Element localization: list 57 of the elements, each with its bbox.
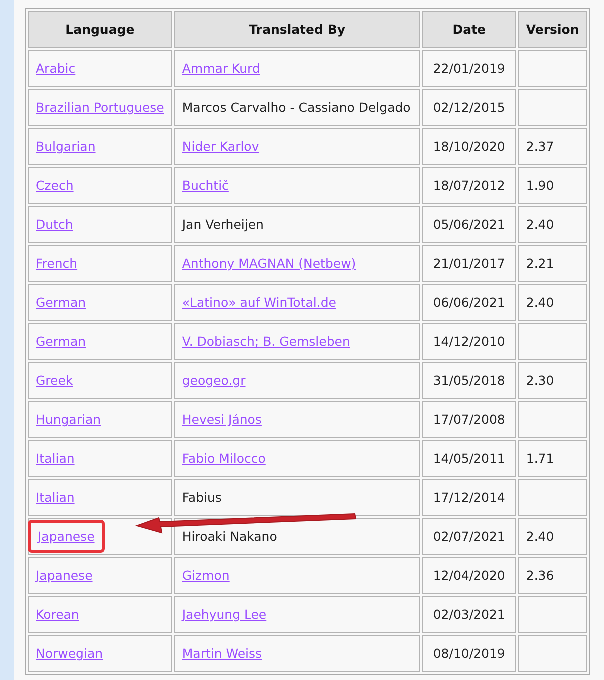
date-cell: 18/07/2012 — [422, 167, 516, 204]
translator-link[interactable]: Ammar Kurd — [182, 61, 260, 76]
date-cell: 14/12/2010 — [422, 323, 516, 360]
version-cell: 2.21 — [518, 245, 588, 282]
translator-link[interactable]: Gizmon — [182, 568, 230, 583]
language-link[interactable]: Czech — [36, 178, 74, 193]
version-cell: 1.71 — [518, 440, 588, 477]
date-cell: 14/05/2011 — [422, 440, 516, 477]
version-cell: 2.37 — [518, 128, 588, 165]
translator-link[interactable]: Nider Karlov — [182, 139, 260, 154]
date-cell: 02/12/2015 — [422, 89, 516, 126]
column-header: Language — [28, 11, 172, 48]
translator-link[interactable]: Fabio Milocco — [182, 451, 266, 466]
translator-link[interactable]: Hevesi János — [182, 412, 262, 427]
date-cell: 17/12/2014 — [422, 479, 516, 516]
translator-name: Hiroaki Nakano — [182, 529, 278, 544]
language-link[interactable]: Hungarian — [36, 412, 102, 427]
version-cell: 2.40 — [518, 206, 588, 243]
translator-link[interactable]: Martin Weiss — [182, 646, 262, 661]
language-link[interactable]: German — [36, 334, 86, 349]
language-link[interactable]: Korean — [36, 607, 80, 622]
language-link[interactable]: Japanese — [36, 568, 93, 583]
version-cell: 2.30 — [518, 362, 588, 399]
language-link[interactable]: Dutch — [36, 217, 74, 232]
version-cell: 2.40 — [518, 284, 588, 321]
date-cell: 08/10/2019 — [422, 635, 516, 672]
column-header: Date — [422, 11, 516, 48]
date-cell: 05/06/2021 — [422, 206, 516, 243]
date-cell: 02/03/2021 — [422, 596, 516, 633]
date-cell: 22/01/2019 — [422, 50, 516, 87]
column-header: Version — [518, 11, 588, 48]
date-cell: 12/04/2020 — [422, 557, 516, 594]
version-cell: 1.90 — [518, 167, 588, 204]
translator-name: Marcos Carvalho - Cassiano Delgado — [182, 100, 411, 115]
language-link[interactable]: German — [36, 295, 86, 310]
date-cell: 18/10/2020 — [422, 128, 516, 165]
column-header: Translated By — [174, 11, 420, 48]
language-link[interactable]: French — [36, 256, 78, 271]
language-link[interactable]: Italian — [36, 490, 75, 505]
language-link[interactable]: Japanese — [38, 529, 95, 544]
version-cell: 2.36 — [518, 557, 588, 594]
translator-link[interactable]: geogeo.gr — [182, 373, 246, 388]
language-link[interactable]: Bulgarian — [36, 139, 96, 154]
language-link[interactable]: Norwegian — [36, 646, 104, 661]
language-link[interactable]: Italian — [36, 451, 75, 466]
translator-link[interactable]: Jaehyung Lee — [182, 607, 267, 622]
date-cell: 06/06/2021 — [422, 284, 516, 321]
date-cell: 17/07/2008 — [422, 401, 516, 438]
language-link[interactable]: Arabic — [36, 61, 76, 76]
translator-name: Fabius — [182, 490, 222, 505]
translator-link[interactable]: Buchtič — [182, 178, 229, 193]
date-cell: 21/01/2017 — [422, 245, 516, 282]
version-cell: 2.40 — [518, 518, 588, 555]
language-link[interactable]: Greek — [36, 373, 74, 388]
date-cell: 02/07/2021 — [422, 518, 516, 555]
translator-name: Jan Verheijen — [182, 217, 264, 232]
date-cell: 31/05/2018 — [422, 362, 516, 399]
